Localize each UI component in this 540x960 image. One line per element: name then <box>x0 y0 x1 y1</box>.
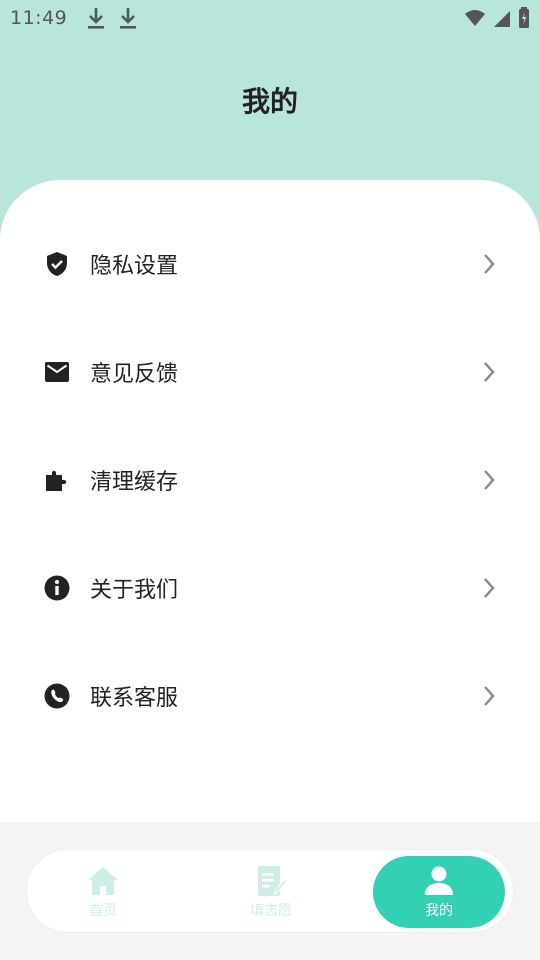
wifi-icon <box>465 10 485 26</box>
mail-icon <box>44 359 70 385</box>
tab-label: 填志愿 <box>250 903 292 919</box>
status-indicators <box>464 7 530 29</box>
bottom-tab-bar: 首页 填志愿 我的 <box>26 849 514 933</box>
tab-fill-application[interactable]: 填志愿 <box>205 850 337 934</box>
chevron-right-icon <box>484 578 495 598</box>
home-icon <box>88 867 118 895</box>
menu-item-label: 联系客服 <box>90 686 179 711</box>
content-sheet: 隐私设置 意见反馈 清理缓存 关于我们 联系客服 <box>0 180 540 822</box>
shield-check-icon <box>44 251 70 277</box>
menu-item-label: 关于我们 <box>90 578 179 603</box>
menu-item-label: 清理缓存 <box>90 470 179 495</box>
edit-form-icon <box>258 866 288 896</box>
menu-item-about-us[interactable]: 关于我们 <box>0 534 540 642</box>
menu-item-privacy-settings[interactable]: 隐私设置 <box>0 210 540 318</box>
battery-icon <box>519 7 529 28</box>
chevron-right-icon <box>484 362 495 382</box>
download-icon <box>120 8 137 29</box>
menu-item-label: 意见反馈 <box>90 362 179 387</box>
chevron-right-icon <box>484 254 495 274</box>
user-icon <box>425 866 453 895</box>
tab-home[interactable]: 首页 <box>37 850 169 934</box>
tab-label: 我的 <box>425 903 453 919</box>
status-time: 11:49 <box>10 7 68 29</box>
menu-item-clear-cache[interactable]: 清理缓存 <box>0 426 540 534</box>
signal-icon <box>494 11 510 27</box>
page-title: 我的 <box>241 85 298 118</box>
chevron-right-icon <box>484 470 495 490</box>
puzzle-icon <box>44 467 70 493</box>
chevron-right-icon <box>484 686 495 706</box>
menu-item-feedback[interactable]: 意见反馈 <box>0 318 540 426</box>
status-bar: 11:49 <box>0 0 540 36</box>
menu-item-label: 隐私设置 <box>90 254 179 279</box>
phone-icon <box>44 683 70 709</box>
menu-item-contact-support[interactable]: 联系客服 <box>0 642 540 750</box>
download-icon <box>88 8 105 29</box>
tab-label: 首页 <box>89 903 117 919</box>
tab-mine[interactable]: 我的 <box>373 856 505 928</box>
info-icon <box>44 575 70 601</box>
